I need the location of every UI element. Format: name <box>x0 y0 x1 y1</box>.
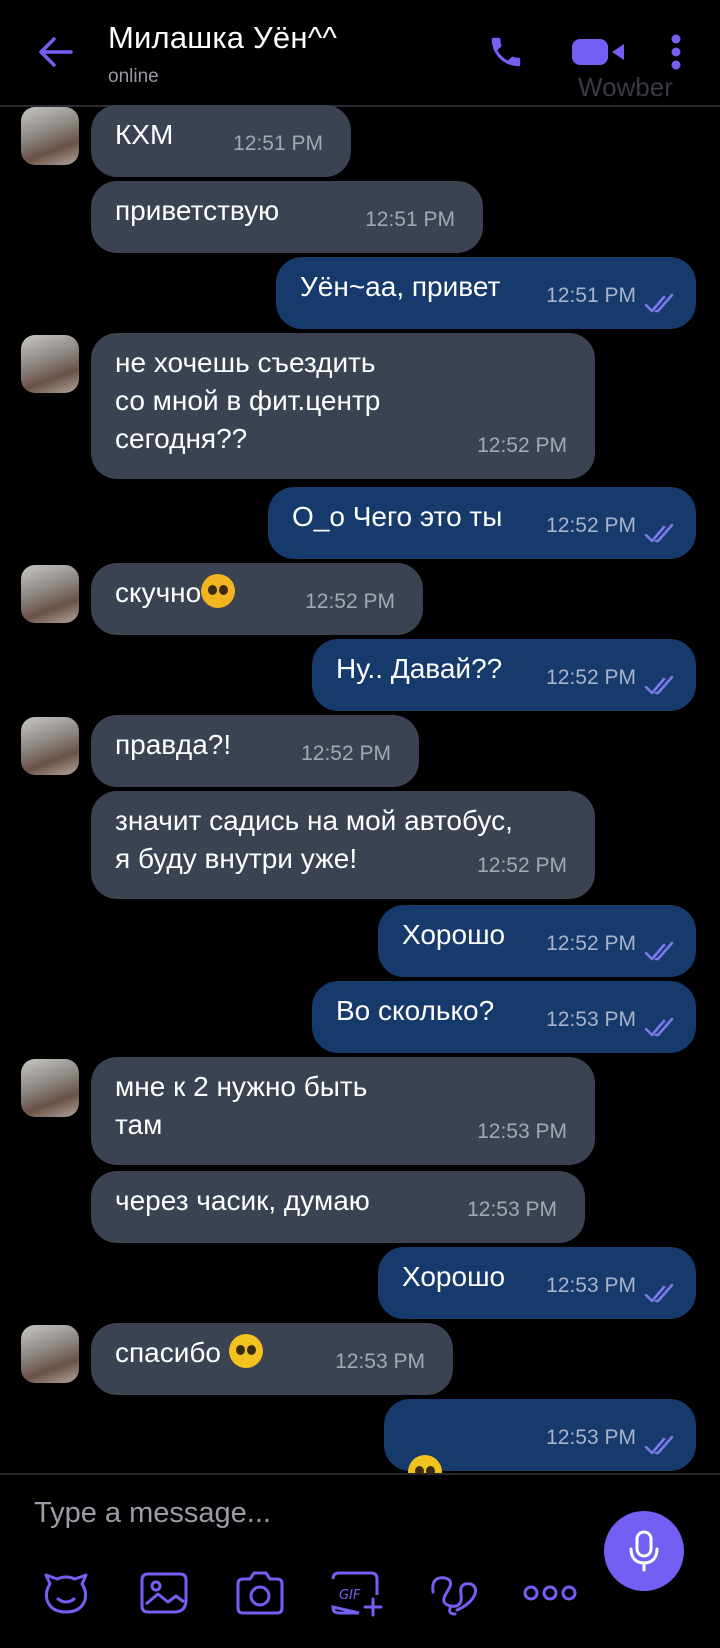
incoming-message[interactable]: мне к 2 нужно быть там 12:53 PM <box>91 1057 595 1165</box>
more-options-button[interactable] <box>662 28 690 76</box>
read-ticks-icon <box>644 1283 674 1303</box>
message-time: 12:53 PM <box>546 1274 636 1297</box>
message-text: О_о Чего это ты <box>292 501 503 532</box>
avatar[interactable] <box>21 107 79 165</box>
read-ticks-icon <box>644 941 674 961</box>
message-text: Уён~аа, привет <box>300 271 501 302</box>
message-list[interactable]: КХМ 12:51 PM приветствую 12:51 PM Уён~аа… <box>0 105 720 1565</box>
message-time: 12:52 PM <box>546 514 636 537</box>
message-time: 12:51 PM <box>233 132 323 155</box>
incoming-message[interactable]: приветствую 12:51 PM <box>91 181 483 253</box>
message-text: скучно <box>115 574 236 612</box>
voice-message-button[interactable] <box>604 1511 684 1591</box>
outgoing-message[interactable]: Уён~аа, привет 12:51 PM <box>276 257 696 329</box>
gif-icon: GIF <box>331 1571 383 1617</box>
message-composer: Type a message... GIF <box>0 1473 720 1648</box>
phone-icon <box>491 37 521 67</box>
doodle-icon <box>431 1576 478 1616</box>
gallery-icon <box>140 1572 188 1614</box>
message-time: 12:53 PM <box>467 1198 557 1221</box>
svg-text:GIF: GIF <box>339 1588 361 1603</box>
outgoing-message[interactable]: О_о Чего это ты 12:52 PM <box>268 487 696 559</box>
camera-button[interactable] <box>232 1567 288 1619</box>
call-button[interactable] <box>484 30 528 74</box>
message-text: правда?! <box>115 729 232 760</box>
outgoing-message[interactable]: Хорошо 12:52 PM <box>378 905 696 977</box>
back-button[interactable] <box>30 30 80 74</box>
incoming-message[interactable]: правда?! 12:52 PM <box>91 715 419 787</box>
incoming-message[interactable]: КХМ 12:51 PM <box>91 105 351 177</box>
kebab-menu-icon <box>671 34 681 70</box>
arrow-left-icon <box>39 37 73 67</box>
message-input[interactable]: Type a message... <box>34 1497 271 1530</box>
gif-button[interactable]: GIF <box>328 1567 384 1619</box>
doodle-button[interactable] <box>426 1567 482 1619</box>
angry-face-emoji <box>201 574 236 608</box>
avatar[interactable] <box>21 1059 79 1117</box>
message-text-content: спасибо <box>115 1337 229 1368</box>
message-time: 12:53 PM <box>477 1120 567 1143</box>
microphone-icon <box>629 1530 659 1572</box>
video-call-button[interactable] <box>568 30 628 74</box>
more-icon <box>523 1585 577 1601</box>
message-time: 12:52 PM <box>301 742 391 765</box>
message-time: 12:52 PM <box>477 854 567 877</box>
incoming-message[interactable]: скучно 12:52 PM <box>91 563 423 635</box>
message-text: мне к 2 нужно быть там <box>115 1071 368 1140</box>
message-time: 12:52 PM <box>546 932 636 955</box>
message-time: 12:53 PM <box>335 1350 425 1373</box>
avatar[interactable] <box>21 565 79 623</box>
read-ticks-icon <box>644 1435 674 1455</box>
sticker-icon <box>44 1573 88 1614</box>
message-text: значит садись на мой автобус, я буду вну… <box>115 805 513 874</box>
sticker-button[interactable] <box>38 1567 94 1619</box>
incoming-message[interactable]: значит садись на мой автобус, я буду вну… <box>91 791 595 899</box>
message-text: Хорошо <box>402 1261 506 1292</box>
message-time: 12:51 PM <box>546 284 636 307</box>
message-text: Хорошо <box>402 919 506 950</box>
message-text: спасибо <box>115 1334 263 1372</box>
message-text: приветствую <box>115 195 280 226</box>
message-time: 12:53 PM <box>546 1426 636 1449</box>
avatar[interactable] <box>21 717 79 775</box>
avatar[interactable] <box>21 335 79 393</box>
outgoing-message[interactable]: Во сколько? 12:53 PM <box>312 981 696 1053</box>
gallery-button[interactable] <box>136 1567 192 1619</box>
message-text: через часик, думаю <box>115 1185 370 1216</box>
outgoing-message[interactable]: Хорошо 12:53 PM <box>378 1247 696 1319</box>
message-time: 12:51 PM <box>365 208 455 231</box>
message-text: КХМ <box>115 119 174 150</box>
outgoing-message[interactable]: 12:53 PM <box>384 1399 696 1565</box>
message-time: 12:52 PM <box>546 666 636 689</box>
read-ticks-icon <box>644 293 674 313</box>
message-text: Ну.. Давай?? <box>336 653 503 684</box>
chat-header: Милашка Уён^^ online Wowber <box>0 0 720 107</box>
video-camera-icon <box>572 39 624 65</box>
message-text: не хочешь съездить со мной в фит.центр с… <box>115 347 381 454</box>
avatar[interactable] <box>21 1325 79 1383</box>
watermark: Wowber <box>578 72 673 102</box>
more-attachments-button[interactable] <box>522 1567 578 1619</box>
read-ticks-icon <box>644 675 674 695</box>
message-time: 12:52 PM <box>477 434 567 457</box>
message-time: 12:53 PM <box>546 1008 636 1031</box>
message-text: Во сколько? <box>336 995 495 1026</box>
camera-icon <box>236 1571 284 1615</box>
read-ticks-icon <box>644 523 674 543</box>
contact-name[interactable]: Милашка Уён^^ <box>108 20 337 56</box>
outgoing-message[interactable]: Ну.. Давай?? 12:52 PM <box>312 639 696 711</box>
incoming-message[interactable]: через часик, думаю 12:53 PM <box>91 1171 585 1243</box>
message-text-content: скучно <box>115 577 202 608</box>
read-ticks-icon <box>644 1017 674 1037</box>
pleading-face-emoji <box>228 1334 263 1368</box>
incoming-message[interactable]: спасибо 12:53 PM <box>91 1323 453 1395</box>
incoming-message[interactable]: не хочешь съездить со мной в фит.центр с… <box>91 333 595 479</box>
message-time: 12:52 PM <box>305 590 395 613</box>
contact-status: online <box>108 66 159 87</box>
